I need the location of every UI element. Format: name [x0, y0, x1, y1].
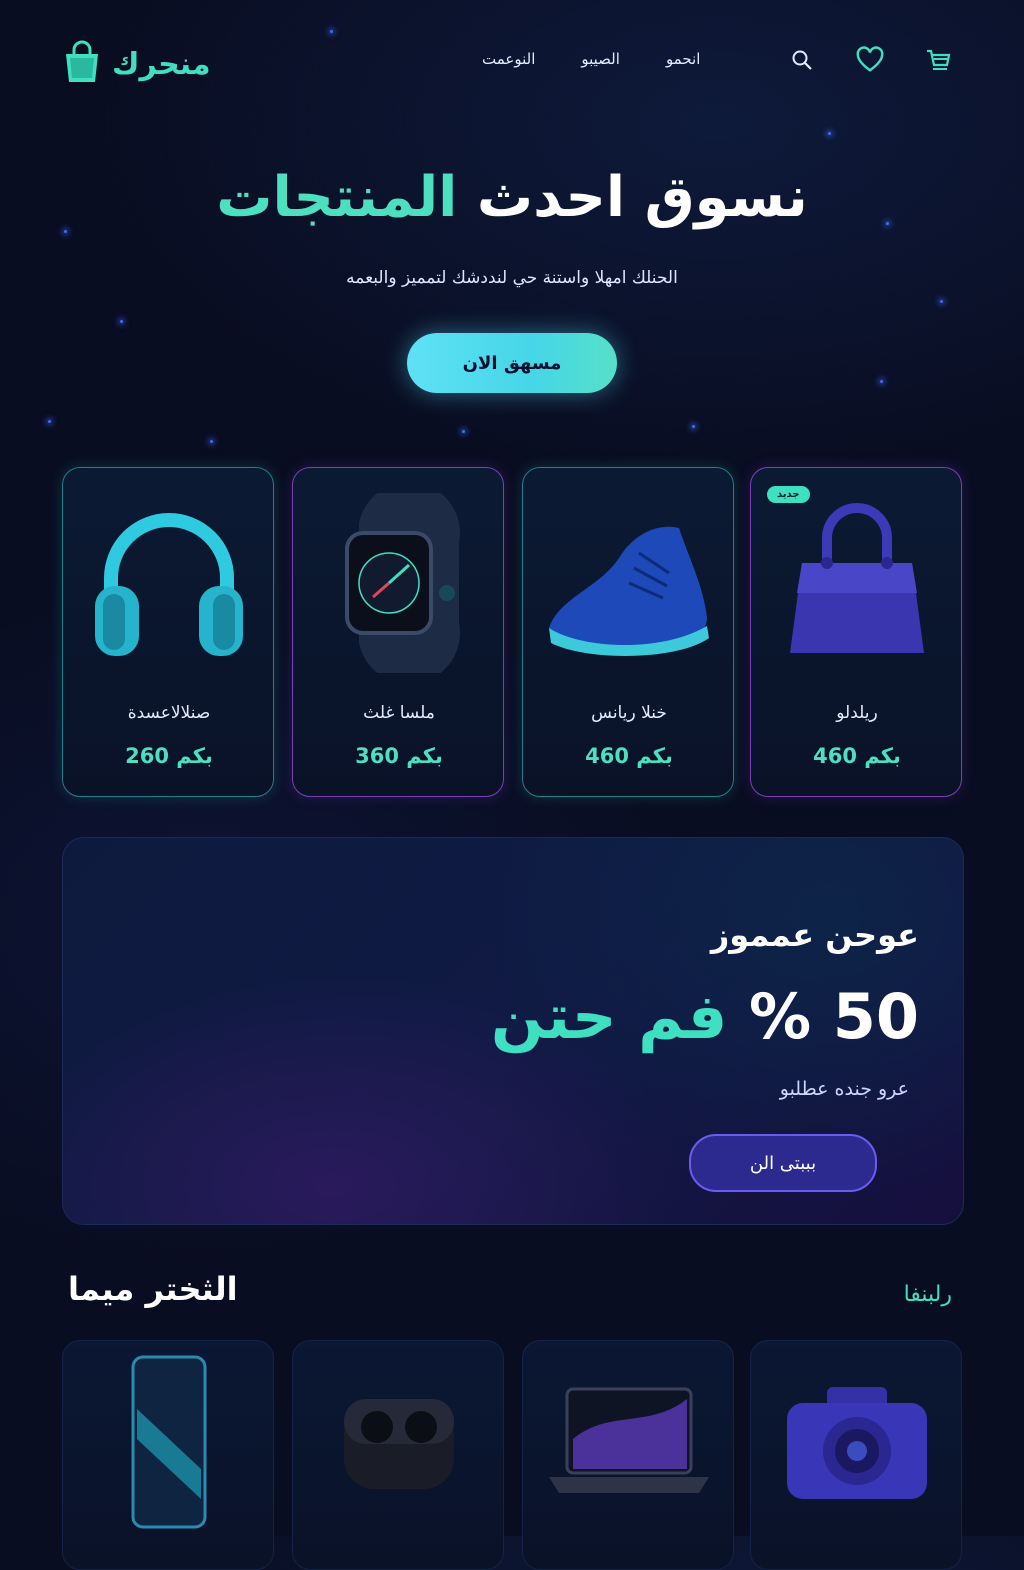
- promo-discount-label: فم حتن: [490, 980, 728, 1053]
- product-card-handbag[interactable]: جديد ريلدلو 460 بكم: [750, 467, 962, 797]
- header-icons: [788, 46, 952, 74]
- promo-note: عرو جنده عطلبو: [779, 1078, 909, 1100]
- main-nav: النوعمت الصيبو انحمو: [482, 50, 700, 68]
- product-card-headphones[interactable]: صنلالاعسدة 260 بكم: [62, 467, 274, 797]
- nav-item-3[interactable]: انحمو: [666, 50, 700, 68]
- product-name: ريلدلو: [836, 703, 878, 723]
- promo-kicker: عوحن عمموز: [710, 916, 919, 954]
- star-decoration: [120, 320, 123, 323]
- product-card-sneaker[interactable]: خنلا ريانس 460 بكم: [522, 467, 734, 797]
- product-name: صنلالاعسدة: [127, 703, 211, 723]
- product-name: خنلا ريانس: [591, 703, 667, 723]
- hero-title-main: نسوق احدث: [476, 165, 808, 230]
- brand-logo[interactable]: منحرك: [62, 40, 211, 88]
- laptop-image: [523, 1341, 733, 1537]
- shopping-bag-icon: [62, 40, 102, 88]
- smartwatch-image: [293, 488, 503, 678]
- star-decoration: [940, 300, 943, 303]
- star-decoration: [880, 380, 883, 383]
- hero-title: نسوق احدث المنتجات: [0, 165, 1024, 230]
- hero-title-accent: المنتجات: [216, 165, 458, 230]
- site-header: منحرك النوعمت الصيبو انحمو: [0, 0, 1024, 130]
- product-name: ملسا غلث: [363, 703, 435, 723]
- hero-subtitle: الحنلك امهلا واستنة حي لنددشك لتمميز وال…: [346, 268, 678, 288]
- product-price: 460 بكم: [585, 744, 673, 768]
- promo-banner: عوحن عمموز 50 % فم حتن عرو جنده عطلبو بب…: [62, 837, 964, 1225]
- heart-icon[interactable]: [856, 46, 884, 74]
- product-price: 360 بكم: [355, 744, 443, 768]
- star-decoration: [210, 440, 213, 443]
- star-decoration: [48, 420, 51, 423]
- product-price: 260 بكم: [125, 744, 213, 768]
- sneaker-image: [523, 488, 733, 678]
- promo-discount: 50 % فم حتن: [491, 980, 919, 1053]
- nav-item-2[interactable]: الصيبو: [581, 50, 620, 68]
- search-icon[interactable]: [788, 46, 816, 74]
- shop-now-button[interactable]: مسهق الان: [407, 333, 617, 393]
- star-decoration: [692, 425, 695, 428]
- product-card-smartwatch[interactable]: ملسا غلث 360 بكم: [292, 467, 504, 797]
- star-decoration: [462, 430, 465, 433]
- headphones-image: [63, 488, 273, 678]
- handbag-image: [751, 488, 961, 678]
- promo-discount-value: 50 %: [749, 980, 919, 1053]
- earbuds-image: [293, 1341, 503, 1537]
- camera-image: [751, 1341, 961, 1537]
- phone-image: [63, 1341, 273, 1537]
- star-decoration: [64, 230, 67, 233]
- brand-name: منحرك: [112, 46, 211, 82]
- section-view-all-link[interactable]: رلبنفا: [904, 1282, 952, 1307]
- product-price: 460 بكم: [813, 744, 901, 768]
- star-decoration: [828, 132, 831, 135]
- promo-shop-button[interactable]: بببتى الن: [689, 1134, 877, 1192]
- nav-item-1[interactable]: النوعمت: [482, 50, 535, 68]
- section-title: الثختر ميما: [68, 1270, 238, 1308]
- cart-icon[interactable]: [924, 46, 952, 74]
